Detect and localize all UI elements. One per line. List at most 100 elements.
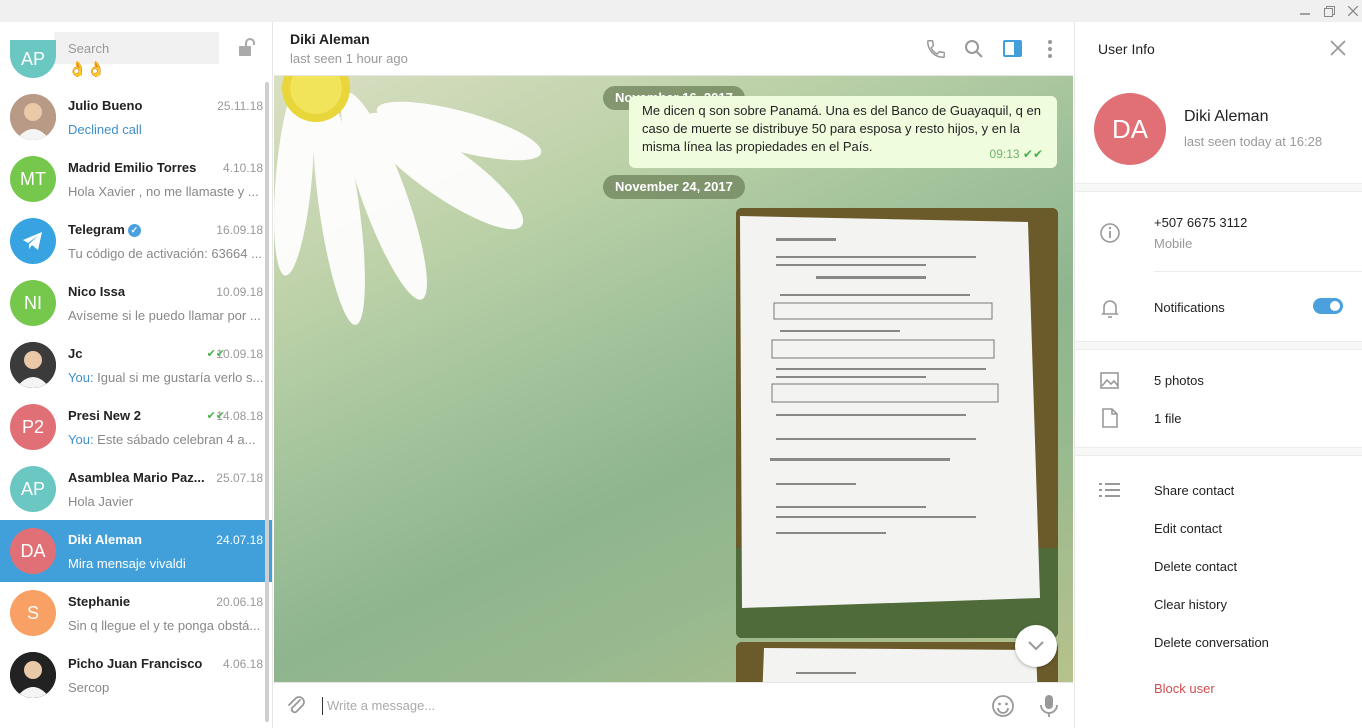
chat-last-message: Sin q llegue el y te ponga obstá...: [68, 618, 264, 633]
message-input[interactable]: Write a message...: [322, 697, 435, 715]
section-divider: [1075, 341, 1362, 350]
edit-contact-button[interactable]: Edit contact: [1154, 521, 1222, 536]
chat-last-message: Hola Xavier , no me llamaste y ...: [68, 184, 264, 199]
chat-item[interactable]: MT Madrid Emilio Torres 4.10.18 Hola Xavier…: [0, 148, 272, 210]
message-preview: Hola Xavier , no me llamaste y ...: [68, 184, 259, 199]
chat-item[interactable]: Julio Bueno 25.11.18 Declined call: [0, 86, 272, 148]
photo-icon: [1099, 370, 1121, 395]
chat-name: Picho Juan Francisco: [68, 656, 202, 671]
chat-date: 24.07.18: [216, 533, 263, 547]
microphone-icon[interactable]: [1038, 694, 1060, 721]
avatar-initials: AP: [20, 478, 45, 499]
minimize-icon[interactable]: [1292, 0, 1318, 22]
avatar-photo: [10, 94, 56, 140]
photos-count[interactable]: 5 photos: [1154, 373, 1204, 388]
block-user-button[interactable]: Block user: [1154, 681, 1215, 696]
phone-icon[interactable]: [925, 38, 947, 60]
chat-list: AP 👌👌 Julio Bueno 25.11.18 Declined call MT…: [0, 40, 272, 706]
restore-icon[interactable]: [1316, 0, 1342, 22]
search-icon[interactable]: [963, 38, 985, 60]
close-panel-icon[interactable]: [1330, 40, 1346, 59]
chat-item-partial[interactable]: AP 👌👌: [0, 40, 272, 86]
chat-title[interactable]: Diki Aleman: [290, 31, 370, 47]
divider: [1154, 271, 1362, 272]
chat-name-text: Madrid Emilio Torres: [68, 160, 197, 175]
avatar-photo: [10, 652, 56, 698]
chat-item[interactable]: Jc ✔✔ 10.09.18 You: Igual si me gustaría ve…: [0, 334, 272, 396]
avatar-initials: S: [26, 602, 39, 623]
list-icon: [1099, 482, 1121, 501]
chat-last-message: Mira mensaje vivaldi: [68, 556, 264, 571]
wallpaper-daisy: [274, 76, 542, 325]
message-time: 09:13 ✔✔: [989, 147, 1043, 161]
message-preview: Este sábado celebran 4 a...: [93, 432, 256, 447]
message-preview: Hola Javier: [68, 494, 134, 509]
chat-item[interactable]: Picho Juan Francisco 4.06.18 Sercop: [0, 644, 272, 706]
chat-name: Diki Aleman: [68, 532, 142, 547]
avatar: NI: [10, 280, 56, 326]
chat-name-text: Diki Aleman: [68, 532, 142, 547]
chat-date: 10.09.18: [216, 285, 263, 299]
message-preview: Sercop: [68, 680, 110, 695]
avatar-initials: P2: [21, 416, 45, 437]
message-composer: Write a message...: [274, 682, 1073, 728]
sidebar-scrollbar[interactable]: [265, 82, 269, 722]
message-preview: Igual si me gustaría verlo s...: [93, 370, 264, 385]
user-avatar[interactable]: DA: [1094, 93, 1166, 165]
verified-badge-icon: ✓: [127, 224, 141, 237]
chat-name: Telegram ✓: [68, 222, 141, 237]
chat-item[interactable]: NI Nico Issa 10.09.18 Avíseme si le puedo l…: [0, 272, 272, 334]
emoji-icon[interactable]: [991, 694, 1015, 721]
chat-name-text: Nico Issa: [68, 284, 126, 299]
phone-number[interactable]: +507 6675 3112: [1154, 215, 1247, 230]
date-divider: November 24, 2017: [603, 175, 745, 199]
chat-last-message: You: Este sábado celebran 4 a...: [68, 432, 264, 447]
chat-date: 14.08.18: [216, 409, 263, 423]
chat-item[interactable]: P2 Presi New 2 ✔✔ 14.08.18 You: Este sábado …: [0, 396, 272, 458]
chat-date: 10.09.18: [216, 347, 263, 361]
chat-name: Stephanie: [68, 594, 130, 609]
notifications-toggle[interactable]: [1313, 298, 1343, 314]
close-icon[interactable]: [1340, 0, 1362, 22]
scroll-down-button[interactable]: [1015, 625, 1057, 667]
chat-date: 25.07.18: [216, 471, 263, 485]
chat-date: 4.06.18: [222, 657, 263, 671]
telegram-logo-icon: [10, 218, 56, 264]
chat-last-message: Sercop: [68, 680, 264, 695]
chat-name: Asamblea Mario Paz...: [68, 470, 205, 485]
avatar-photo: [10, 342, 56, 388]
message-bubble[interactable]: Me dicen q son sobre Panamá. Una es del …: [629, 96, 1057, 168]
message-preview: Mira mensaje vivaldi: [68, 556, 186, 571]
sidebar-toggle-icon[interactable]: [1002, 38, 1024, 60]
clear-history-button[interactable]: Clear history: [1154, 597, 1227, 612]
message-text: Me dicen q son sobre Panamá. Una es del …: [642, 103, 1041, 154]
files-count[interactable]: 1 file: [1154, 411, 1181, 426]
avatar: P2: [10, 404, 56, 450]
delete-conversation-button[interactable]: Delete conversation: [1154, 635, 1269, 650]
chat-item[interactable]: AP Asamblea Mario Paz... 25.07.18 Hola Javi…: [0, 458, 272, 520]
chat-item[interactable]: Telegram ✓ 16.09.18 Tu código de activación…: [0, 210, 272, 272]
chat-name-text: Presi New 2: [68, 408, 141, 423]
share-contact-button[interactable]: Share contact: [1154, 483, 1234, 498]
avatar-initials: NI: [24, 292, 42, 313]
photo-message[interactable]: [736, 642, 1058, 682]
chat-item[interactable]: S Stephanie 20.06.18 Sin q llegue el y te p…: [0, 582, 272, 644]
chat-last-message: You: Igual si me gustaría verlo s...: [68, 370, 264, 385]
chat-name: Jc: [68, 346, 82, 361]
chevron-down-icon: [1028, 641, 1044, 651]
conversation-area[interactable]: November 16, 2017 Me dicen q son sobre P…: [274, 76, 1073, 682]
notifications-label: Notifications: [1154, 300, 1225, 315]
message-preview: Tu código de activación: 63664 ...: [68, 246, 262, 261]
avatar: DA: [10, 528, 56, 574]
chat-last-message: 👌👌: [68, 61, 106, 78]
chat-status: last seen 1 hour ago: [290, 51, 408, 66]
delete-contact-button[interactable]: Delete contact: [1154, 559, 1237, 574]
photo-message[interactable]: [736, 208, 1058, 638]
chat-item[interactable]: DA Diki Aleman 24.07.18 Mira mensaje vivald…: [0, 520, 272, 582]
chat-last-message: Tu código de activación: 63664 ...: [68, 246, 264, 261]
info-icon: [1099, 222, 1121, 247]
chat-last-message: Declined call: [68, 122, 264, 137]
more-vertical-icon[interactable]: [1039, 38, 1061, 60]
attach-icon[interactable]: [284, 694, 308, 721]
chat-name: Madrid Emilio Torres: [68, 160, 196, 175]
